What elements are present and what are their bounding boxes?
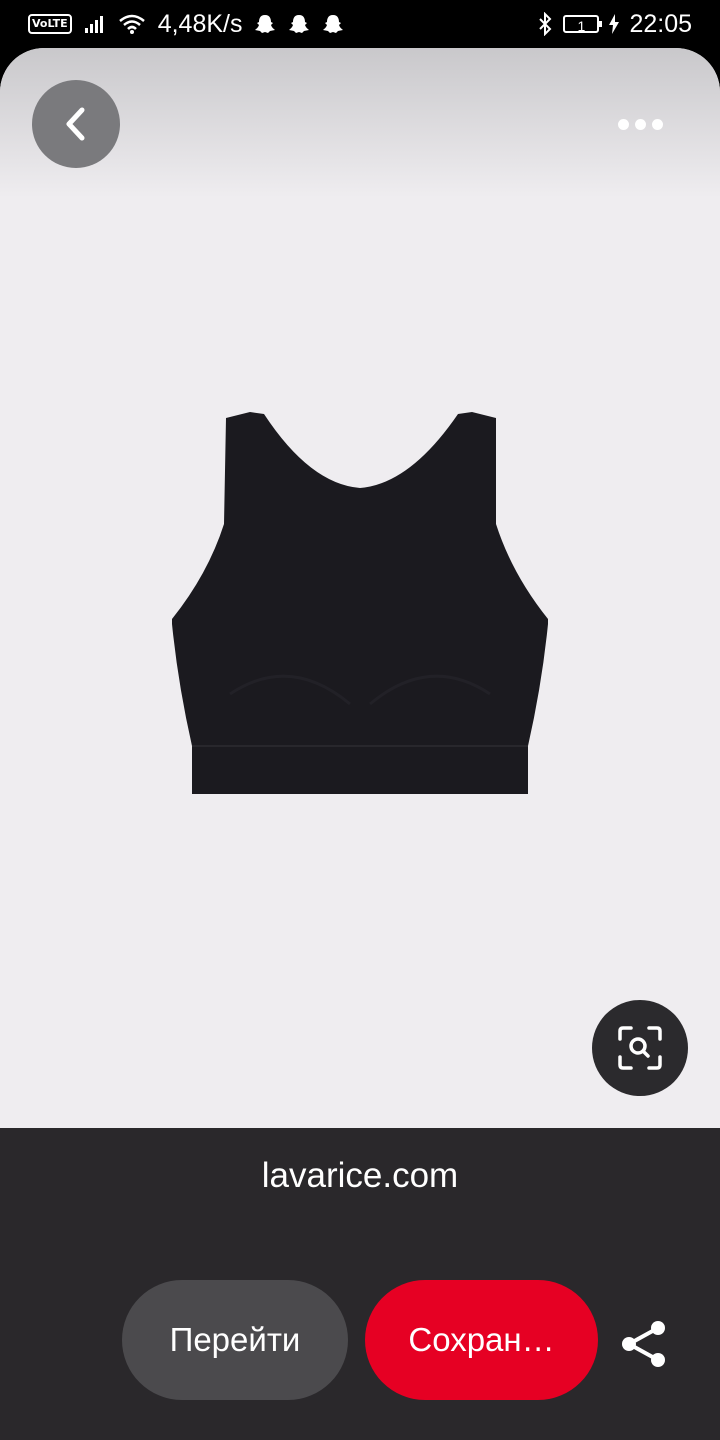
more-options-button[interactable]: [604, 104, 676, 144]
more-horizontal-icon: [634, 118, 646, 130]
save-button[interactable]: Сохран…: [365, 1280, 598, 1400]
snapchat-ghost-icon: [323, 15, 344, 33]
status-left: VoLTE 4,48K/s: [28, 8, 344, 40]
more-horizontal-icon: [617, 118, 629, 130]
share-button[interactable]: [612, 1312, 676, 1376]
product-image[interactable]: [170, 404, 550, 794]
back-button[interactable]: [32, 80, 120, 168]
pin-card: lavarice.com Перейти Сохран…: [0, 48, 720, 1440]
chevron-left-icon: [66, 107, 85, 141]
signal-icon: [84, 16, 103, 33]
pin-footer: lavarice.com Перейти Сохран…: [0, 1128, 720, 1440]
more-horizontal-icon: [651, 118, 663, 130]
visual-search-button[interactable]: [592, 1000, 688, 1096]
status-bar: VoLTE 4,48K/s 1 22:05: [0, 0, 720, 48]
status-right: 1 22:05: [537, 8, 692, 40]
bluetooth-icon: [539, 12, 552, 36]
battery-icon: 1: [563, 15, 603, 34]
source-domain[interactable]: lavarice.com: [0, 1156, 720, 1196]
network-speed: 4,48K/s: [157, 9, 243, 38]
charging-icon: [609, 14, 620, 34]
visual-search-icon: [618, 1026, 662, 1070]
action-bar: Перейти Сохран…: [0, 1260, 720, 1400]
visit-button[interactable]: Перейти: [122, 1280, 348, 1400]
clock: 22:05: [629, 9, 692, 38]
share-icon: [622, 1321, 665, 1367]
wifi-icon: [118, 14, 145, 34]
snapchat-ghost-icon: [289, 15, 310, 33]
snapchat-ghost-icon: [255, 15, 276, 33]
volte-badge: VoLTE: [28, 14, 72, 34]
